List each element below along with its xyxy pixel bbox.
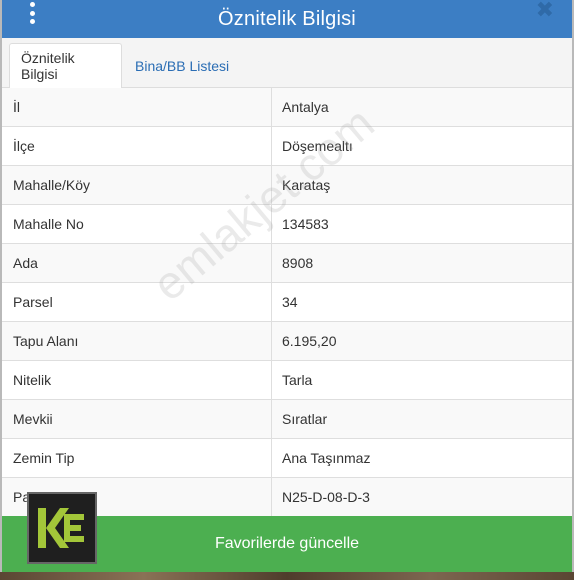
row-value: Tarla: [282, 372, 313, 388]
table-row: Mevkii Sıratlar: [2, 400, 572, 439]
row-value: 34: [282, 294, 298, 310]
table-row: İlçe Döşemealtı: [2, 127, 572, 166]
row-label: Zemin Tip: [2, 439, 272, 477]
row-value: N25-D-08-D-3: [282, 489, 370, 505]
logo-mark-icon: [38, 508, 84, 548]
row-value: Karataş: [282, 177, 331, 193]
row-value: 134583: [282, 216, 329, 232]
row-label: İlçe: [2, 127, 272, 165]
row-value: Sıratlar: [282, 411, 328, 427]
modal-header: Öznitelik Bilgisi ✖: [2, 0, 572, 38]
table-row: Mahalle No 134583: [2, 205, 572, 244]
row-value: 8908: [282, 255, 314, 271]
row-value: Döşemealtı: [282, 138, 353, 154]
tab-bar: Öznitelik Bilgisi Bina/BB Listesi: [2, 38, 572, 89]
dot: [29, 19, 35, 24]
row-label: Mevkii: [2, 400, 272, 438]
row-label: İl: [2, 88, 272, 126]
close-icon[interactable]: ✖: [536, 0, 554, 22]
tab-building-list[interactable]: Bina/BB Listesi: [124, 43, 240, 89]
table-row: İl Antalya: [2, 88, 572, 127]
row-label: Ada: [2, 244, 272, 282]
table-row: Ada 8908: [2, 244, 572, 283]
row-label: Mahalle/Köy: [2, 166, 272, 204]
table-row: Nitelik Tarla: [2, 361, 572, 400]
attribute-table: İl Antalya İlçe Döşemealtı Mahalle/Köy K…: [2, 88, 572, 517]
row-value: 6.195,20: [282, 333, 337, 349]
dot: [29, 2, 35, 7]
row-label: Tapu Alanı: [2, 322, 272, 360]
table-row: Parsel 34: [2, 283, 572, 322]
table-row: Mahalle/Köy Karataş: [2, 166, 572, 205]
modal-title: Öznitelik Bilgisi: [218, 7, 356, 30]
table-row: Tapu Alanı 6.195,20: [2, 322, 572, 361]
vertical-dots-icon[interactable]: [24, 2, 40, 24]
row-label: Parsel: [2, 283, 272, 321]
logo: [27, 492, 97, 564]
tab-attribute-info[interactable]: Öznitelik Bilgisi: [9, 43, 122, 89]
row-label: Mahalle No: [2, 205, 272, 243]
table-row: Zemin Tip Ana Taşınmaz: [2, 439, 572, 478]
dot: [29, 10, 35, 16]
attribute-modal: Öznitelik Bilgisi ✖ Öznitelik Bilgisi Bi…: [0, 0, 574, 572]
row-value: Antalya: [282, 99, 329, 115]
row-value: Ana Taşınmaz: [282, 450, 371, 466]
row-label: Nitelik: [2, 361, 272, 399]
